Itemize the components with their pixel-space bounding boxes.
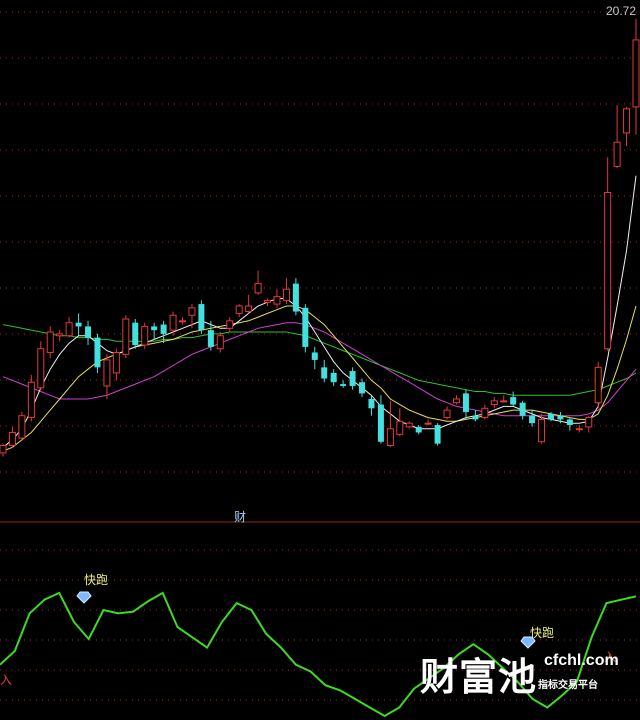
candle-body-down [349, 371, 356, 386]
candle-body-down [519, 402, 526, 416]
candle-body-up [273, 296, 281, 305]
candle-body-up [500, 400, 508, 403]
candle-body-up [575, 428, 583, 431]
candle-body-up [169, 314, 177, 331]
candle-body-up [254, 283, 262, 294]
candle-body-down [330, 372, 337, 383]
candle-body-up [18, 415, 26, 439]
candle-body-up [405, 422, 413, 428]
candle-body-down [462, 393, 469, 412]
candle-body-down [160, 324, 167, 334]
candle-body-up [112, 351, 120, 374]
candle-body-down [472, 415, 479, 420]
candle-body-up [56, 333, 64, 337]
candle-body-up [179, 320, 187, 323]
candle-body-down [547, 413, 554, 420]
candle-body-down [510, 397, 517, 405]
candle-body-down [321, 367, 328, 379]
watermark-brand: 财富池 [420, 655, 538, 699]
candle-body-down [557, 415, 564, 420]
candle-body-up [594, 366, 602, 404]
candle-body-up [264, 299, 272, 303]
candle-body-up [37, 348, 45, 389]
candle-body-up [490, 400, 498, 406]
candle-body-up [443, 409, 451, 419]
candle-body-down [529, 415, 536, 424]
watermark-logo: 财富池 cfchl.com 指标交易平台 [418, 646, 640, 720]
candle-body-up [396, 420, 404, 435]
candle-body-up [103, 359, 111, 387]
diamond-icon [76, 591, 92, 604]
candle-body-up [386, 428, 394, 446]
candle-body-down [94, 337, 101, 368]
candle-body-up [46, 331, 54, 353]
candle-body-up [632, 39, 640, 108]
indicator-signal-label: 快跑 [530, 626, 554, 640]
candle-body-down [132, 322, 139, 346]
candle-body-down [434, 425, 441, 444]
candle-body-up [65, 322, 73, 337]
candle-body-up [216, 335, 224, 350]
candle-body-up [0, 444, 7, 454]
candle-body-down [85, 326, 92, 338]
stock-chart: 快跑快跑入入 [0, 11, 640, 718]
candle-body-up [226, 320, 234, 329]
chart-stage: 快跑 快跑入入 20.72 财 财富池 cfchl.com 指标交易平台 [0, 0, 640, 720]
candle-body-down [415, 426, 422, 433]
candle-body-down [311, 352, 318, 360]
candle-body-down [151, 326, 158, 331]
indicator-buy-label: 入 [0, 673, 12, 687]
panel-divider-label: 财 [234, 510, 247, 524]
candle-body-up [424, 422, 432, 425]
candle-body-up [585, 417, 593, 428]
candle-body-down [75, 322, 82, 327]
indicator-signal-label: 快跑 [84, 573, 108, 587]
candle-body-up [235, 305, 243, 314]
candle-body-down [207, 330, 214, 347]
candle-body-up [188, 307, 196, 316]
candle-body-up [613, 141, 621, 167]
candle-body-down [292, 283, 299, 312]
watermark-url: cfchl.com [544, 652, 619, 669]
candle-body-down [368, 398, 375, 409]
candle-body-up [27, 381, 35, 419]
candle-body-up [282, 288, 290, 301]
candle-body-up [604, 191, 612, 350]
candle-body-up [452, 398, 460, 404]
candle-body-up [538, 418, 546, 443]
candle-body-up [122, 318, 130, 355]
candle-body-up [245, 305, 253, 313]
candle-body-up [141, 325, 149, 346]
price-high-label: 20.72 [605, 4, 636, 18]
candle-body-down [198, 304, 205, 331]
candle-body-up [481, 407, 489, 419]
candle-body-down [359, 382, 366, 394]
ma-short-line [2, 175, 637, 448]
candle-body-down [340, 384, 347, 386]
candle-body-down [377, 404, 384, 442]
candle-body-down [566, 419, 573, 426]
watermark-tagline: 指标交易平台 [538, 680, 598, 691]
candle-body-down [302, 307, 309, 347]
candle-body-up [623, 108, 631, 134]
candle-body-up [8, 431, 16, 446]
